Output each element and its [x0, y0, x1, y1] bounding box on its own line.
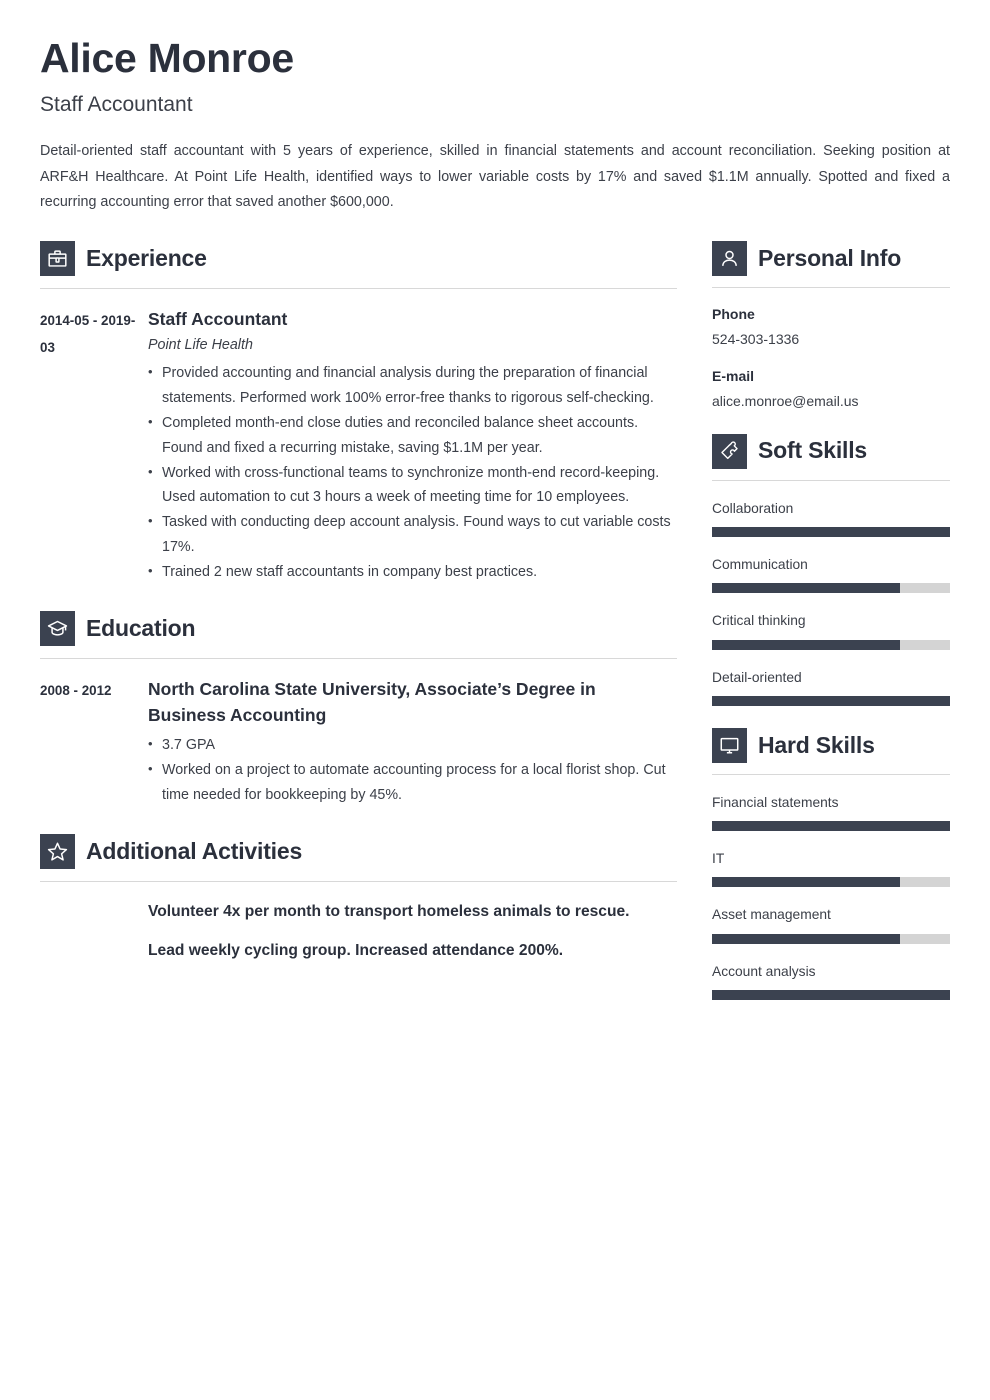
section-additional-activities: Additional Activities Volunteer 4x per m… [40, 834, 677, 964]
activity-item: Volunteer 4x per month to transport home… [148, 903, 630, 921]
hard-skills-header: Hard Skills [712, 727, 950, 763]
section-personal-info: Personal Info Phone 524-303-1336 E-mail … [712, 241, 950, 411]
skill-label: Critical thinking [712, 613, 806, 629]
phone-label: Phone [712, 306, 755, 323]
experience-title: Experience [86, 245, 207, 272]
skill-fill [712, 933, 901, 944]
list-item: Trained 2 new staff accountants in compa… [148, 560, 677, 585]
email-value: alice.monroe@email.us [712, 392, 859, 409]
main-column: Experience 2014-05 - 2019-03 Staff Accou… [40, 241, 677, 969]
skill-label: Financial statements [712, 794, 839, 810]
hard-skills-title: Hard Skills [758, 731, 875, 758]
education-entry: 2008 - 2012 North Carolina State Univers… [40, 676, 677, 808]
phone-value: 524-303-1336 [712, 331, 800, 347]
experience-bullet-list: Provided accounting and financial analys… [148, 361, 677, 585]
list-item: Provided accounting and financial analys… [148, 361, 677, 411]
skill-fill [712, 639, 901, 650]
skill-label: Account analysis [712, 963, 816, 979]
candidate-name: Alice Monroe [40, 35, 294, 81]
skill-label: Communication [712, 556, 808, 572]
resume-columns: Experience 2014-05 - 2019-03 Staff Accou… [40, 241, 950, 1001]
education-header: Education [40, 610, 677, 646]
additional-activities-divider [40, 881, 677, 883]
activity-item: Lead weekly cycling group. Increased att… [148, 942, 564, 960]
skill-item: Communication [712, 555, 950, 594]
experience-entry-company: Point Life Health [148, 336, 253, 353]
additional-activities-title: Additional Activities [86, 837, 303, 864]
skill-item: Account analysis [712, 962, 950, 1001]
personal-info-header: Personal Info [712, 241, 950, 277]
skill-fill [712, 695, 950, 706]
hard-skills-divider [712, 773, 950, 775]
additional-activities-body: Volunteer 4x per month to transport home… [148, 899, 677, 964]
puzzle-piece-icon [712, 433, 747, 469]
skill-track [712, 639, 950, 650]
experience-divider [40, 288, 677, 290]
resume-page: Alice Monroe Staff Accountant Detail-ori… [0, 0, 990, 1001]
briefcase-icon [40, 241, 75, 277]
skill-fill [712, 990, 950, 1001]
skill-item: Critical thinking [712, 611, 950, 650]
skill-item: Asset management [712, 905, 950, 944]
soft-skills-title: Soft Skills [758, 437, 867, 464]
personal-info-divider [712, 287, 950, 289]
additional-activities-entry: Volunteer 4x per month to transport home… [40, 899, 677, 964]
section-hard-skills: Hard Skills Financial statements IT Asse… [712, 727, 950, 1001]
education-entry-degree: North Carolina State University, Associa… [148, 678, 596, 726]
skill-item: Collaboration [712, 499, 950, 537]
experience-entry: 2014-05 - 2019-03 Staff Accountant Point… [40, 306, 677, 585]
list-item: Tasked with conducting deep account anal… [148, 510, 677, 560]
graduation-cap-icon [40, 610, 75, 646]
skill-fill [712, 821, 950, 832]
skill-track [712, 821, 950, 832]
skill-item: Detail-oriented [712, 668, 950, 706]
experience-entry-body: Staff Accountant Point Life Health Provi… [148, 306, 677, 585]
professional-summary: Detail-oriented staff accountant with 5 … [40, 143, 950, 210]
skill-track [712, 526, 950, 537]
section-education: Education 2008 - 2012 North Carolina Sta… [40, 610, 677, 808]
skill-track [712, 877, 950, 888]
education-title: Education [86, 614, 196, 641]
experience-entry-date: 2014-05 - 2019-03 [40, 313, 136, 355]
list-item: Worked on a project to automate accounti… [148, 758, 677, 808]
skill-label: Asset management [712, 907, 831, 923]
list-item: Completed month-end close duties and rec… [148, 411, 677, 461]
skill-label: Collaboration [712, 500, 794, 516]
section-soft-skills: Soft Skills Collaboration Communication [712, 433, 950, 706]
skill-fill [712, 583, 901, 594]
list-item: Worked with cross-functional teams to sy… [148, 461, 677, 511]
experience-entry-title: Staff Accountant [148, 309, 288, 330]
personal-info-title: Personal Info [758, 245, 902, 272]
education-bullet-list: 3.7 GPA Worked on a project to automate … [148, 733, 677, 808]
education-divider [40, 657, 677, 659]
sidebar-column: Personal Info Phone 524-303-1336 E-mail … [712, 241, 950, 1001]
skill-item: Financial statements [712, 793, 950, 832]
skill-fill [712, 526, 950, 537]
education-entry-body: North Carolina State University, Associa… [148, 676, 677, 808]
skill-label: Detail-oriented [712, 669, 802, 685]
additional-activities-spacer [40, 899, 148, 901]
skill-track [712, 933, 950, 944]
skill-track [712, 990, 950, 1001]
skill-track [712, 583, 950, 594]
experience-header: Experience [40, 241, 677, 277]
education-entry-date: 2008 - 2012 [40, 682, 112, 698]
candidate-job-title: Staff Accountant [40, 92, 193, 116]
soft-skills-divider [712, 479, 950, 481]
email-label: E-mail [712, 368, 755, 384]
section-experience: Experience 2014-05 - 2019-03 Staff Accou… [40, 241, 677, 585]
skill-fill [712, 877, 901, 888]
skill-label: IT [712, 851, 725, 867]
person-icon [712, 241, 747, 277]
additional-activities-header: Additional Activities [40, 834, 677, 870]
star-icon [40, 834, 75, 870]
list-item: 3.7 GPA [148, 733, 677, 758]
skill-track [712, 695, 950, 706]
skill-item: IT [712, 849, 950, 888]
monitor-icon [712, 727, 747, 763]
soft-skills-header: Soft Skills [712, 433, 950, 469]
